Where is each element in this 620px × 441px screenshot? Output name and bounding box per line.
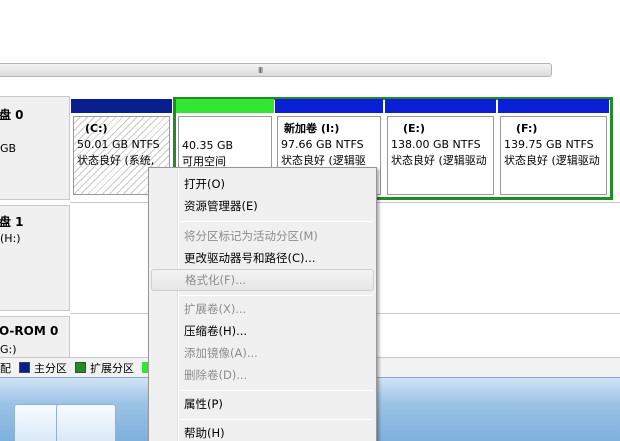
partition-status: 状态良好 (逻辑驱动	[391, 154, 487, 167]
legend-swatch	[19, 362, 30, 373]
scrollbar-grip[interactable]: III	[258, 66, 263, 75]
disk-title: 盘 0	[0, 108, 24, 122]
partition-info: (E:) 138.00 GB NTFS 状态良好 (逻辑驱动	[387, 116, 494, 195]
legend-label: 配	[0, 361, 11, 375]
disk-size: GB	[0, 142, 17, 155]
disk-title: 盘 1	[0, 215, 24, 229]
menu-separator	[180, 390, 373, 391]
legend-swatch	[75, 362, 86, 373]
disk-drive-letter: (H:)	[0, 232, 21, 245]
menu-item-open[interactable]: 打开(O)	[151, 173, 374, 195]
partition-size: 40.35 GB	[182, 139, 234, 152]
partition-e[interactable]: (E:) 138.00 GB NTFS 状态良好 (逻辑驱动	[385, 99, 496, 197]
menu-separator	[180, 295, 373, 296]
menu-item-mark-active[interactable]: 将分区标记为活动分区(M)	[151, 225, 374, 247]
partition-type-bar	[498, 99, 609, 113]
partition-name: (C:)	[85, 122, 108, 135]
partition-info: (F:) 139.75 GB NTFS 状态良好 (逻辑驱动	[500, 116, 607, 195]
legend-label: 扩展分区	[90, 361, 134, 375]
disk-management-window: III 盘 0 GB (C:) 50.01 GB NTFS 状态良好 (系统, …	[0, 0, 620, 441]
menu-separator	[180, 419, 373, 420]
menu-item-properties[interactable]: 属性(P)	[151, 393, 374, 415]
partition-type-bar	[71, 99, 172, 113]
menu-item-explorer[interactable]: 资源管理器(E)	[151, 195, 374, 217]
partition-type-bar	[176, 99, 274, 113]
menu-item-delete-volume[interactable]: 删除卷(D)...	[151, 364, 374, 386]
legend-item: 配	[0, 360, 11, 376]
partition-size: 138.00 GB NTFS	[391, 138, 481, 151]
legend-item: 扩展分区	[75, 360, 134, 376]
menu-separator	[180, 221, 373, 222]
legend-label: 主分区	[34, 361, 67, 375]
disk-drive-letter: G:)	[0, 343, 17, 356]
disk-title: O-ROM 0	[0, 324, 59, 338]
legend-item: 主分区	[19, 360, 67, 376]
horizontal-scrollbar[interactable]: III	[0, 63, 552, 77]
partition-name: 新加卷 (I:)	[284, 122, 340, 135]
partition-name: (E:)	[403, 122, 425, 135]
menu-item-change-drive-letter[interactable]: 更改驱动器号和路径(C)...	[151, 247, 374, 269]
partition-size: 50.01 GB NTFS	[77, 138, 160, 151]
menu-item-extend-volume[interactable]: 扩展卷(X)...	[151, 298, 374, 320]
menu-item-shrink-volume[interactable]: 压缩卷(H)...	[151, 320, 374, 342]
disk-0-label[interactable]: 盘 0 GB	[0, 96, 70, 200]
partition-name: (F:)	[516, 122, 538, 135]
menu-item-format[interactable]: 格式化(F)...	[151, 269, 374, 291]
taskbar-button[interactable]	[56, 404, 116, 441]
disk-1-label[interactable]: 盘 1 (H:)	[0, 205, 70, 311]
partition-f[interactable]: (F:) 139.75 GB NTFS 状态良好 (逻辑驱动	[498, 99, 609, 197]
partition-status: 状态良好 (逻辑驱动	[504, 154, 600, 167]
partition-size: 97.66 GB NTFS	[281, 138, 364, 151]
partition-type-bar	[385, 99, 496, 113]
context-menu: 打开(O) 资源管理器(E) 将分区标记为活动分区(M) 更改驱动器号和路径(C…	[148, 167, 377, 441]
partition-type-bar	[275, 99, 383, 113]
menu-item-help[interactable]: 帮助(H)	[151, 422, 374, 441]
menu-item-add-mirror[interactable]: 添加镜像(A)...	[151, 342, 374, 364]
partition-size: 139.75 GB NTFS	[504, 138, 594, 151]
